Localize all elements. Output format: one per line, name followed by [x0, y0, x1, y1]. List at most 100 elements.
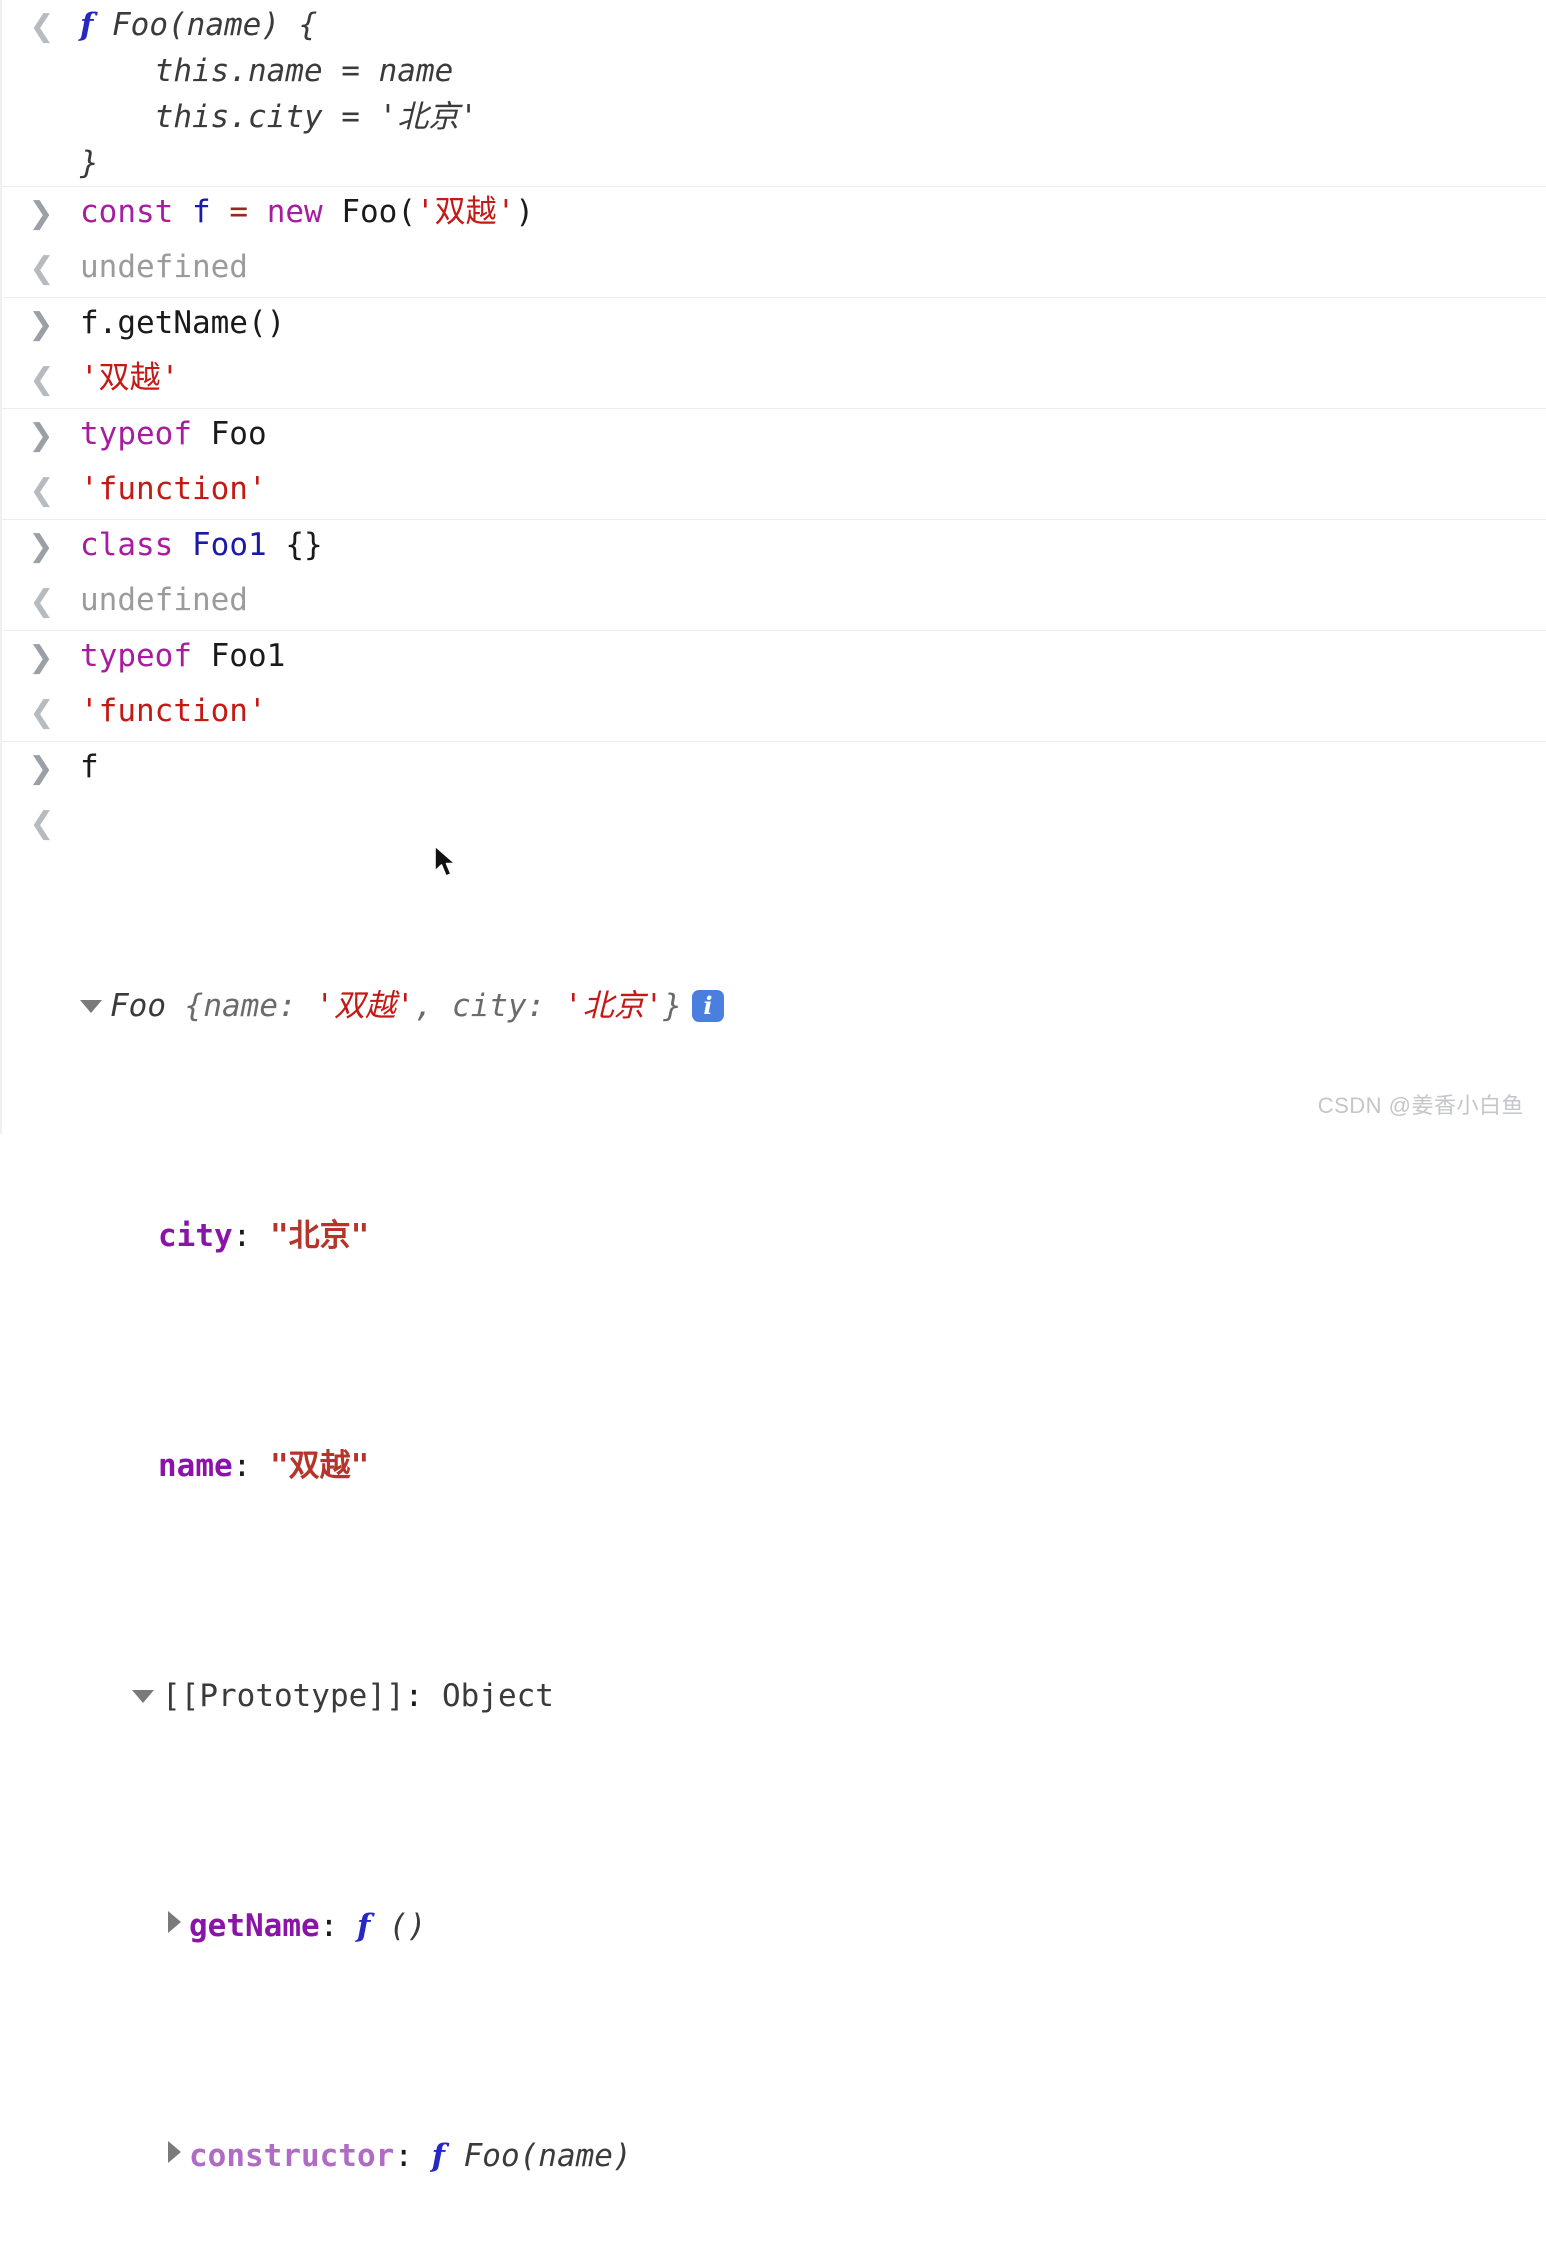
console-result-row[interactable]: ❮ 'function' [2, 686, 1546, 741]
console-group-function-source: ❮ f Foo(name) { this.name = name this.ci… [2, 0, 1546, 187]
console-input-row[interactable]: ❯ typeof Foo1 [2, 631, 1546, 686]
function-source-content: f Foo(name) { this.name = name this.city… [80, 0, 1546, 186]
result-arrow-gutter: ❮ [2, 797, 80, 843]
prompt-arrow-icon: ❯ [28, 418, 54, 453]
keyword-class: class [80, 527, 174, 563]
console-result-row[interactable]: ❮ f Foo(name) { this.name = name this.ci… [2, 0, 1546, 186]
result-arrow-gutter: ❮ [2, 0, 80, 46]
console-input-row[interactable]: ❯ f [2, 742, 1546, 797]
function-close-brace: } [80, 145, 99, 181]
result-arrow-gutter: ❮ [2, 575, 80, 621]
result-arrow-gutter: ❮ [2, 242, 80, 288]
result-arrow-icon: ❮ [29, 473, 54, 508]
console-input-expression[interactable]: typeof Foo1 [80, 631, 1546, 679]
operand-foo1: Foo1 [191, 638, 286, 674]
preview-close-brace: } [663, 988, 682, 1024]
close-paren: ) [515, 194, 535, 230]
preview-key-name: name: [203, 988, 316, 1024]
csdn-watermark: CSDN @姜香小白鱼 [1317, 1093, 1524, 1118]
prototype-label: [[Prototype]] [162, 1678, 405, 1714]
object-preview-header[interactable]: Foo {name: '双越', city: '北京'} i [80, 983, 1546, 1029]
property-key-city: city [158, 1218, 233, 1254]
console-result-row[interactable]: ❮ undefined [2, 242, 1546, 297]
result-string-value: 'function' [80, 693, 267, 729]
console-result-row[interactable]: ❮ undefined [2, 575, 1546, 630]
object-property-row[interactable]: city: "北京" [80, 1213, 1546, 1259]
property-colon: : [232, 1218, 270, 1254]
console-object-result-row[interactable]: ❮ Foo {name: '双越', city: '北京'} i city: "北… [2, 797, 1546, 2268]
console-input-expression[interactable]: typeof Foo [80, 409, 1546, 457]
object-tree[interactable]: Foo {name: '双越', city: '北京'} i city: "北京"… [80, 797, 1546, 2268]
prompt-arrow-gutter: ❯ [2, 631, 80, 677]
console-group-eval-f: ❯ f ❮ Foo {name: '双越', city: '北京'} i city… [2, 742, 1546, 2268]
callee-foo: Foo( [341, 194, 417, 230]
console-input-expression[interactable]: class Foo1 {} [80, 520, 1546, 568]
operator-assign: = [229, 194, 249, 230]
disclosure-triangle-down-icon[interactable] [80, 1000, 102, 1013]
info-icon[interactable]: i [691, 990, 724, 1022]
property-colon: : [232, 1448, 270, 1484]
prompt-arrow-icon: ❯ [28, 307, 54, 342]
result-arrow-icon: ❮ [29, 695, 54, 730]
keyword-typeof: typeof [80, 416, 192, 452]
property-key-name: name [158, 1448, 233, 1484]
function-glyph-icon: f [431, 2138, 445, 2174]
console-result-row[interactable]: ❮ '双越' [2, 353, 1546, 408]
devtools-console-panel[interactable]: ❮ f Foo(name) { this.name = name this.ci… [0, 0, 1546, 2268]
class-name-foo1: Foo1 [173, 527, 267, 563]
console-input-row[interactable]: ❯ const f = new Foo('双越') [2, 187, 1546, 242]
preview-open-brace: { [166, 988, 204, 1024]
console-group-typeof-foo1: ❯ typeof Foo1 ❮ 'function' [2, 631, 1546, 742]
result-arrow-icon: ❮ [29, 806, 54, 841]
preview-comma: , [414, 988, 452, 1024]
disclosure-triangle-down-icon[interactable] [132, 1690, 154, 1703]
member-colon: : [394, 2138, 432, 2174]
string-argument: '双越' [416, 194, 516, 230]
preview-value-name: '双越' [315, 988, 415, 1024]
property-value-city: "北京" [269, 1218, 370, 1254]
console-input-row[interactable]: ❯ class Foo1 {} [2, 520, 1546, 575]
console-group-typeof-foo: ❯ typeof Foo ❮ 'function' [2, 409, 1546, 520]
disclosure-triangle-right-icon[interactable] [168, 2141, 181, 2163]
prompt-arrow-icon: ❯ [28, 751, 54, 786]
object-prototype-row[interactable]: [[Prototype]]: Object [80, 1673, 1546, 1719]
console-input-expression[interactable]: f [80, 742, 1546, 790]
prototype-member-row[interactable]: getName: f () [80, 1903, 1546, 1949]
class-body-braces: {} [266, 527, 323, 563]
prompt-arrow-gutter: ❯ [2, 409, 80, 455]
function-glyph-icon: f [356, 1908, 371, 1944]
prototype-member-row[interactable]: constructor: f Foo(name) [80, 2133, 1546, 2179]
prompt-arrow-gutter: ❯ [2, 187, 80, 233]
console-group-class-foo1: ❯ class Foo1 {} ❮ undefined [2, 520, 1546, 631]
console-group-const-f: ❯ const f = new Foo('双越') ❮ undefined [2, 187, 1546, 298]
property-value-name: "双越" [269, 1448, 370, 1484]
console-input-expression[interactable]: const f = new Foo('双越') [80, 187, 1546, 235]
result-undefined: undefined [80, 249, 248, 285]
console-result-row[interactable]: ❮ 'function' [2, 464, 1546, 519]
console-input-expression[interactable]: f.getName() [80, 298, 1546, 346]
console-input-row[interactable]: ❯ typeof Foo [2, 409, 1546, 464]
function-glyph-icon: f [80, 7, 94, 43]
object-constructor-name: Foo [110, 988, 166, 1024]
member-signature-constructor: Foo(name) [444, 2138, 632, 2174]
result-arrow-icon: ❮ [29, 9, 54, 44]
prompt-arrow-icon: ❯ [28, 196, 54, 231]
result-arrow-gutter: ❮ [2, 686, 80, 732]
result-arrow-icon: ❮ [29, 362, 54, 397]
console-input-row[interactable]: ❯ f.getName() [2, 298, 1546, 353]
operand-foo: Foo [191, 416, 267, 452]
result-arrow-gutter: ❮ [2, 353, 80, 399]
identifier-f: f [192, 194, 211, 230]
preview-key-city: city: [451, 988, 564, 1024]
result-undefined: undefined [80, 582, 248, 618]
disclosure-triangle-right-icon[interactable] [168, 1911, 181, 1933]
object-property-row[interactable]: name: "双越" [80, 1443, 1546, 1489]
member-colon: : [319, 1908, 357, 1944]
prompt-arrow-icon: ❯ [28, 529, 54, 564]
keyword-new: new [266, 194, 323, 230]
function-body-line-2: this.city = '北京' [80, 99, 478, 135]
prototype-value: Object [441, 1678, 554, 1714]
member-signature-getname: () [370, 1908, 427, 1944]
result-arrow-icon: ❮ [29, 251, 54, 286]
member-key-getname: getName [189, 1908, 320, 1944]
